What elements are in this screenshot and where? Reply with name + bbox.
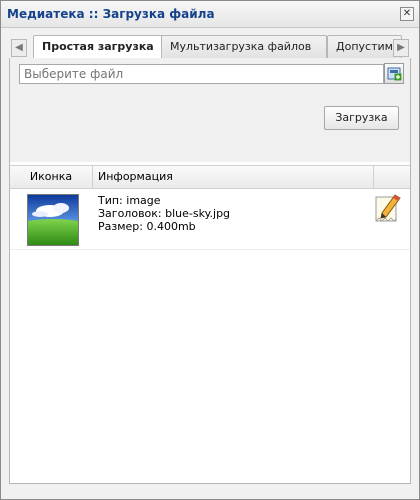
media-library-window: Медиатека :: Загрузка файла ✕ ◀ Простая … [0, 0, 420, 500]
column-header-icon: Иконка [10, 166, 93, 188]
upload-panel: Загрузка Иконка Информация [9, 58, 411, 484]
table-row[interactable]: Тип: image Заголовок: blue-sky.jpg Разме… [10, 189, 410, 250]
window-body: ◀ Простая загрузка Мультизагрузка файлов… [1, 28, 419, 499]
upload-button[interactable]: Загрузка [324, 106, 399, 130]
file-info: Тип: image Заголовок: blue-sky.jpg Разме… [98, 194, 230, 233]
tab-multi-upload[interactable]: Мультизагрузка файлов [161, 35, 327, 58]
window-titlebar: Медиатека :: Загрузка файла ✕ [1, 1, 419, 28]
file-type: Тип: image [98, 194, 161, 207]
tab-strip: ◀ Простая загрузка Мультизагрузка файлов… [9, 34, 411, 59]
browse-file-icon[interactable] [384, 63, 404, 84]
window-title: Медиатека :: Загрузка файла [7, 7, 215, 21]
file-size: Размер: 0.400mb [98, 220, 196, 233]
file-title: Заголовок: blue-sky.jpg [98, 207, 231, 220]
edit-pencil-icon[interactable] [373, 192, 403, 224]
column-header-action [370, 166, 409, 188]
file-input[interactable] [19, 64, 384, 84]
upload-form: Загрузка [10, 58, 410, 162]
grid-header: Иконка Информация [10, 165, 410, 189]
column-header-info: Информация [93, 166, 374, 188]
tab-allowed[interactable]: Допустим [327, 35, 402, 58]
tab-simple-upload[interactable]: Простая загрузка [33, 35, 175, 59]
blue-sky-thumbnail [27, 194, 79, 246]
tab-scroll-right-icon[interactable]: ▶ [393, 39, 409, 57]
tab-scroll-left-icon[interactable]: ◀ [11, 39, 27, 57]
close-icon[interactable]: ✕ [400, 7, 414, 21]
